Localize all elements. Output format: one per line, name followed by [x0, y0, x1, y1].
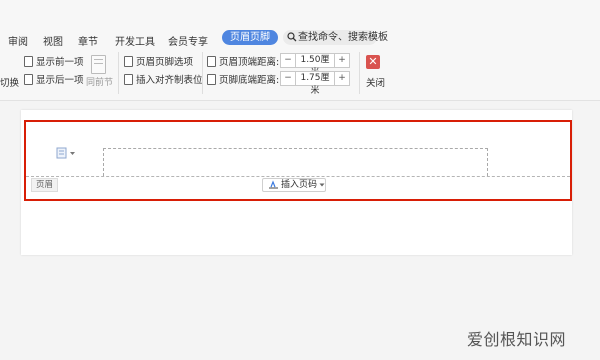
ribbon-divider: [202, 52, 203, 94]
page-prev-icon: [24, 55, 33, 67]
page-next-icon: [24, 73, 33, 85]
close-icon[interactable]: ✕: [366, 55, 380, 69]
footer-bottom-label-text: 页脚底端距离:: [219, 75, 280, 86]
menu-review[interactable]: 审阅: [8, 33, 28, 48]
show-next-label: 显示后一项: [36, 75, 84, 86]
footer-bottom-value[interactable]: 1.75厘米: [295, 72, 335, 96]
decrease-button[interactable]: −: [281, 54, 295, 67]
footer-bottom-stepper[interactable]: − 1.75厘米 +: [280, 71, 350, 96]
hf-options-button[interactable]: 页眉页脚选项: [124, 54, 193, 68]
same-as-prev-icon: [91, 55, 106, 74]
ribbon-divider: [118, 52, 119, 94]
menu-bar: 审阅 视图 章节 开发工具 会员专享 页眉页脚 查找命令、搜索模板: [0, 0, 600, 48]
menu-developer[interactable]: 开发工具: [115, 33, 155, 48]
header-top-stepper[interactable]: − 1.50厘米 +: [280, 53, 350, 78]
highlight-frame: [24, 120, 572, 201]
footer-bottom-distance-label: 页脚底端距离:: [207, 72, 279, 86]
close-header-footer-button[interactable]: 关闭: [366, 75, 385, 89]
show-prev-label: 显示前一项: [36, 57, 84, 68]
hf-options-label: 页眉页脚选项: [136, 57, 194, 68]
tab-stop-icon: [124, 73, 133, 85]
ribbon-divider: [359, 52, 360, 94]
insert-tab-stop-button[interactable]: 插入对齐制表位: [124, 72, 203, 86]
increase-button[interactable]: +: [335, 72, 349, 85]
header-top-distance-label: 页眉顶端距离:: [207, 54, 279, 68]
increase-button[interactable]: +: [335, 54, 349, 67]
decrease-button[interactable]: −: [281, 72, 295, 85]
insert-tab-stop-label: 插入对齐制表位: [136, 75, 203, 86]
show-prev-button[interactable]: 显示前一项: [24, 54, 84, 68]
header-top-value[interactable]: 1.50厘米: [295, 54, 335, 78]
menu-view[interactable]: 视图: [43, 33, 63, 48]
footer-distance-icon: [207, 73, 216, 85]
show-next-button[interactable]: 显示后一项: [24, 72, 84, 86]
page-options-icon: [124, 55, 133, 67]
command-search[interactable]: 查找命令、搜索模板: [283, 30, 388, 45]
search-placeholder: 查找命令、搜索模板: [298, 32, 388, 43]
watermark: 爱创根知识网: [467, 330, 567, 349]
search-icon: [287, 32, 297, 42]
menu-section[interactable]: 章节: [78, 33, 98, 48]
menu-member[interactable]: 会员专享: [168, 33, 208, 48]
tab-header-footer[interactable]: 页眉页脚: [222, 30, 278, 45]
switch-button[interactable]: 切换: [0, 75, 19, 89]
header-distance-icon: [207, 55, 216, 67]
header-top-label-text: 页眉顶端距离:: [219, 57, 280, 68]
same-as-prev-button[interactable]: 同前节: [86, 75, 113, 88]
